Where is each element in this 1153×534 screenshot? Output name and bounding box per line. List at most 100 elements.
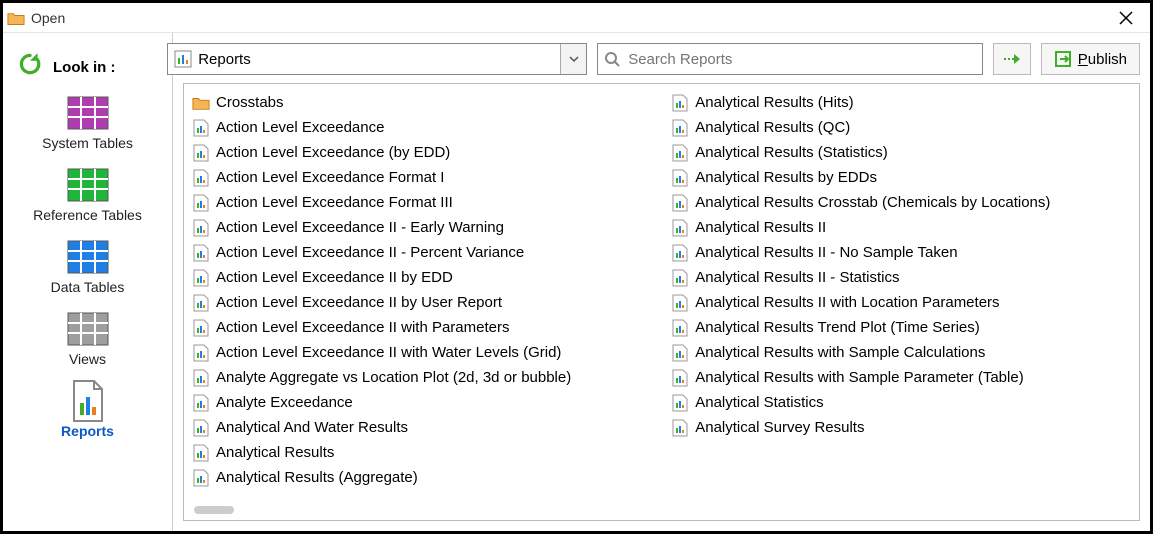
list-item-label: Action Level Exceedance II with Paramete…	[216, 319, 509, 336]
refresh-button[interactable]	[17, 51, 43, 77]
report-icon	[671, 119, 689, 137]
category-icon	[64, 165, 112, 205]
sidebar-category-reference-tables[interactable]: Reference Tables	[7, 165, 168, 223]
list-item[interactable]: Action Level Exceedance II by User Repor…	[192, 290, 591, 315]
publish-label-rest: ublish	[1088, 51, 1127, 68]
search-box[interactable]	[597, 43, 983, 75]
list-item[interactable]: Analytical Results II with Location Para…	[671, 290, 1070, 315]
list-item-label: Action Level Exceedance II - Percent Var…	[216, 244, 524, 261]
list-item-label: Analytical Results (Hits)	[695, 94, 853, 111]
report-icon	[192, 369, 210, 387]
category-icon	[64, 237, 112, 277]
report-icon	[192, 244, 210, 262]
list-item[interactable]: Analyte Exceedance	[192, 390, 591, 415]
report-icon	[671, 294, 689, 312]
list-item[interactable]: Analytical Results with Sample Calculati…	[671, 340, 1070, 365]
report-icon	[192, 394, 210, 412]
report-icon	[192, 344, 210, 362]
category-icon	[64, 381, 112, 421]
list-item[interactable]: Analytical And Water Results	[192, 415, 591, 440]
list-item[interactable]: Analyte Aggregate vs Location Plot (2d, …	[192, 365, 591, 390]
category-label: Data Tables	[51, 279, 125, 295]
report-icon	[174, 50, 192, 68]
category-icon	[64, 309, 112, 349]
report-icon	[671, 244, 689, 262]
list-item-label: Analytical Results II	[695, 219, 826, 236]
list-item[interactable]: Crosstabs	[192, 90, 591, 115]
list-item[interactable]: Analytical Results II - Statistics	[671, 265, 1070, 290]
lookin-value: Reports	[198, 51, 560, 68]
report-icon	[671, 219, 689, 237]
report-icon	[192, 144, 210, 162]
titlebar: Open	[3, 3, 1150, 33]
window-title: Open	[31, 10, 65, 26]
list-item[interactable]: Analytical Results (Hits)	[671, 90, 1070, 115]
list-item[interactable]: Action Level Exceedance (by EDD)	[192, 140, 591, 165]
list-item[interactable]: Analytical Results (Aggregate)	[192, 465, 591, 490]
list-item-label: Action Level Exceedance II with Water Le…	[216, 344, 561, 361]
list-item[interactable]: Analytical Results	[192, 440, 591, 465]
report-icon	[671, 269, 689, 287]
folder-icon	[192, 94, 210, 112]
dialog-body: System Tables Reference Tables Data Tables…	[3, 33, 1150, 531]
list-item[interactable]: Action Level Exceedance II - Percent Var…	[192, 240, 591, 265]
open-dialog: Open System Tables Reference Tables Data T…	[0, 0, 1153, 534]
search-input[interactable]	[626, 50, 982, 69]
list-item-label: Action Level Exceedance II by User Repor…	[216, 294, 502, 311]
sidebar-category-data-tables[interactable]: Data Tables	[7, 237, 168, 295]
report-icon	[671, 344, 689, 362]
list-item-label: Analytical Results Trend Plot (Time Seri…	[695, 319, 980, 336]
list-item-label: Action Level Exceedance	[216, 119, 384, 136]
sidebar-category-reports[interactable]: Reports	[7, 381, 168, 439]
horizontal-scrollbar[interactable]	[194, 506, 234, 514]
report-icon	[671, 394, 689, 412]
report-icon	[192, 169, 210, 187]
list-item[interactable]: Analytical Results Trend Plot (Time Seri…	[671, 315, 1070, 340]
category-sidebar: System Tables Reference Tables Data Tables…	[3, 33, 173, 531]
list-item[interactable]: Action Level Exceedance Format I	[192, 165, 591, 190]
chevron-down-icon[interactable]	[560, 44, 586, 74]
report-icon	[192, 319, 210, 337]
list-item[interactable]: Analytical Results II	[671, 215, 1070, 240]
file-list[interactable]: Crosstabs Action Level Exceedance Action L…	[183, 83, 1140, 521]
report-icon	[192, 269, 210, 287]
list-item[interactable]: Analytical Results (QC)	[671, 115, 1070, 140]
list-item[interactable]: Action Level Exceedance	[192, 115, 591, 140]
list-item-label: Analytical And Water Results	[216, 419, 408, 436]
list-item-label: Analytical Results with Sample Parameter…	[695, 369, 1023, 386]
lookin-label: Look in :	[53, 59, 116, 76]
category-label: System Tables	[42, 135, 133, 151]
list-item-label: Crosstabs	[216, 94, 284, 111]
list-item[interactable]: Analytical Results (Statistics)	[671, 140, 1070, 165]
lookin-combo[interactable]: Reports	[167, 43, 587, 75]
list-item[interactable]: Analytical Survey Results	[671, 415, 1070, 440]
list-item[interactable]: Action Level Exceedance II by EDD	[192, 265, 591, 290]
list-item-label: Analytical Results	[216, 444, 334, 461]
list-item[interactable]: Action Level Exceedance Format III	[192, 190, 591, 215]
close-button[interactable]	[1106, 4, 1146, 32]
search-icon	[604, 51, 620, 67]
category-label: Reports	[61, 423, 114, 439]
list-item[interactable]: Analytical Statistics	[671, 390, 1070, 415]
go-button[interactable]	[993, 43, 1031, 75]
list-item-label: Analyte Aggregate vs Location Plot (2d, …	[216, 369, 571, 386]
list-item-label: Analytical Results (Statistics)	[695, 144, 888, 161]
list-item[interactable]: Analytical Results by EDDs	[671, 165, 1070, 190]
list-item-label: Action Level Exceedance (by EDD)	[216, 144, 450, 161]
list-item-label: Action Level Exceedance Format I	[216, 169, 444, 186]
toolbar: placeholder Reports	[173, 33, 1150, 83]
sidebar-category-system-tables[interactable]: System Tables	[7, 93, 168, 151]
category-icon	[64, 93, 112, 133]
list-item[interactable]: Action Level Exceedance II with Water Le…	[192, 340, 591, 365]
list-item[interactable]: Analytical Results II - No Sample Taken	[671, 240, 1070, 265]
list-item[interactable]: Analytical Results Crosstab (Chemicals b…	[671, 190, 1070, 215]
list-item[interactable]: Analytical Results with Sample Parameter…	[671, 365, 1070, 390]
list-item[interactable]: Action Level Exceedance II - Early Warni…	[192, 215, 591, 240]
folder-icon	[7, 11, 25, 25]
publish-button[interactable]: Publish	[1041, 43, 1140, 75]
report-icon	[192, 469, 210, 487]
report-icon	[192, 219, 210, 237]
list-item[interactable]: Action Level Exceedance II with Paramete…	[192, 315, 591, 340]
sidebar-category-views[interactable]: Views	[7, 309, 168, 367]
list-item-label: Analytical Statistics	[695, 394, 823, 411]
